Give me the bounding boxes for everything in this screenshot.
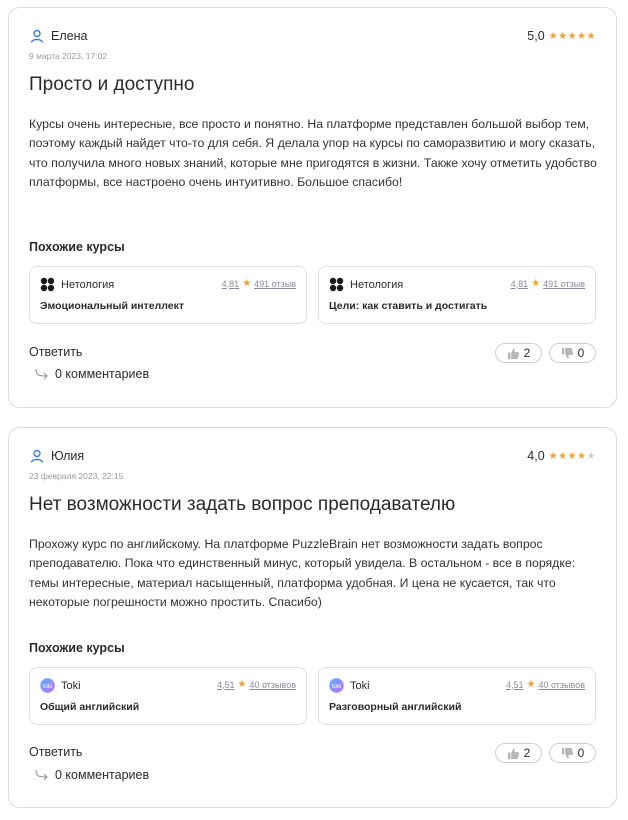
reply-button[interactable]: Ответить xyxy=(29,745,82,759)
course-reviews-link[interactable]: 40 отзывов xyxy=(538,680,585,690)
review-text: Курсы очень интересные, все просто и пон… xyxy=(29,117,597,190)
course-school: toki Toki xyxy=(40,678,81,693)
rating-value: 4,0 xyxy=(527,449,545,463)
author-name: Елена xyxy=(51,29,88,43)
course-meta: 4,51 ★ 40 отзывов xyxy=(506,679,585,690)
review-date: 23 февраля 2023, 22:15 xyxy=(29,471,124,481)
course-meta: 4,81 ★ 491 отзыв xyxy=(511,278,585,289)
review-rating: 5,0 ★★★★★ xyxy=(527,29,596,43)
star-icon: ★ xyxy=(558,30,568,42)
user-icon xyxy=(30,449,44,463)
course-card[interactable]: Нетология 4,81 ★ 491 отзыв Цели: как ста… xyxy=(318,266,596,324)
review-header: Юлия 23 февраля 2023, 22:15 4,0 ★★★★★ xyxy=(29,448,596,484)
course-rating[interactable]: 4,81 xyxy=(511,279,529,289)
school-name: Нетология xyxy=(350,278,404,291)
star-icon: ★ xyxy=(237,679,247,690)
review-title: Нет возможности задать вопрос преподават… xyxy=(29,494,456,515)
star-icon: ★ xyxy=(567,450,578,462)
course-school: Нетология xyxy=(329,277,403,292)
star-icon: ★ xyxy=(531,278,541,289)
toki-logo: toki xyxy=(329,678,344,693)
course-rating[interactable]: 4,81 xyxy=(222,279,240,289)
like-button[interactable]: 2 xyxy=(495,743,542,763)
thumbs-up-icon xyxy=(507,747,519,759)
review-author: Елена xyxy=(29,28,87,44)
course-name: Цели: как ставить и достигать xyxy=(329,300,488,312)
course-school: toki Toki xyxy=(329,678,370,693)
comments-toggle[interactable]: 0 комментариев xyxy=(35,367,149,381)
star-icon: ★ xyxy=(577,450,587,462)
course-rating[interactable]: 4,51 xyxy=(506,680,524,690)
course-rating[interactable]: 4,51 xyxy=(217,680,235,690)
svg-text:toki: toki xyxy=(332,684,341,690)
dislike-button[interactable]: 0 xyxy=(549,343,596,363)
thumbs-up-icon xyxy=(507,347,519,359)
like-count: 2 xyxy=(523,746,531,760)
course-reviews-link[interactable]: 491 отзыв xyxy=(543,279,585,289)
like-count: 2 xyxy=(523,346,531,360)
rating-value: 5,0 xyxy=(527,29,545,43)
dislike-button[interactable]: 0 xyxy=(549,743,596,763)
user-icon xyxy=(30,29,44,43)
reply-arrow-icon xyxy=(35,769,48,781)
course-school: Нетология xyxy=(40,277,114,292)
dislike-count: 0 xyxy=(577,346,585,360)
netology-logo xyxy=(40,277,55,292)
star-icon: ★ xyxy=(558,450,568,462)
school-name: Toki xyxy=(61,679,81,692)
reply-arrow-icon xyxy=(35,368,48,380)
school-name: Toki xyxy=(350,679,370,692)
comments-count: 0 комментариев xyxy=(55,367,150,381)
star-icon: ★ xyxy=(548,30,559,42)
course-meta: 4,51 ★ 40 отзывов xyxy=(217,679,296,690)
similar-courses-heading: Похожие курсы xyxy=(29,240,125,254)
thumbs-down-icon xyxy=(561,747,573,759)
course-card[interactable]: Нетология 4,81 ★ 491 отзыв Эмоциональный… xyxy=(29,266,307,324)
star-icon: ★ xyxy=(577,30,587,42)
review-card: Елена 9 марта 2023, 17:02 5,0 ★★★★★ Прос… xyxy=(8,7,617,408)
star-rating: ★★★★★ xyxy=(549,451,596,462)
course-meta: 4,81 ★ 491 отзыв xyxy=(222,278,296,289)
star-icon: ★ xyxy=(586,450,596,462)
course-name: Общий английский xyxy=(40,701,140,713)
similar-courses-heading: Похожие курсы xyxy=(29,641,125,655)
thumbs-down-icon xyxy=(561,347,573,359)
toki-logo: toki xyxy=(40,678,55,693)
review-author: Юлия xyxy=(29,448,84,464)
comments-count: 0 комментариев xyxy=(55,768,150,782)
author-name: Юлия xyxy=(51,449,85,463)
course-card[interactable]: toki Toki 4,51 ★ 40 отзывов Общий англий… xyxy=(29,667,307,725)
star-icon: ★ xyxy=(548,450,559,462)
course-card[interactable]: toki Toki 4,51 ★ 40 отзывов Разговорный … xyxy=(318,667,596,725)
dislike-count: 0 xyxy=(577,746,585,760)
star-icon: ★ xyxy=(567,30,578,42)
svg-text:toki: toki xyxy=(43,684,52,690)
review-rating: 4,0 ★★★★★ xyxy=(527,449,596,463)
netology-logo xyxy=(329,277,344,292)
like-button[interactable]: 2 xyxy=(495,343,542,363)
star-rating: ★★★★★ xyxy=(549,31,596,42)
star-icon: ★ xyxy=(526,679,536,690)
review-card: Юлия 23 февраля 2023, 22:15 4,0 ★★★★★ Не… xyxy=(8,427,617,808)
review-date: 9 марта 2023, 17:02 xyxy=(29,51,107,61)
course-name: Разговорный английский xyxy=(329,701,462,713)
review-title: Просто и доступно xyxy=(29,74,195,95)
reply-button[interactable]: Ответить xyxy=(29,345,82,359)
star-icon: ★ xyxy=(586,30,596,42)
review-text: Прохожу курс по английскому. На платформ… xyxy=(29,537,576,610)
course-reviews-link[interactable]: 491 отзыв xyxy=(254,279,296,289)
review-header: Елена 9 марта 2023, 17:02 5,0 ★★★★★ xyxy=(29,28,596,64)
star-icon: ★ xyxy=(242,278,252,289)
school-name: Нетология xyxy=(61,278,115,291)
comments-toggle[interactable]: 0 комментариев xyxy=(35,768,149,782)
course-name: Эмоциональный интеллект xyxy=(40,300,185,312)
course-reviews-link[interactable]: 40 отзывов xyxy=(249,680,296,690)
